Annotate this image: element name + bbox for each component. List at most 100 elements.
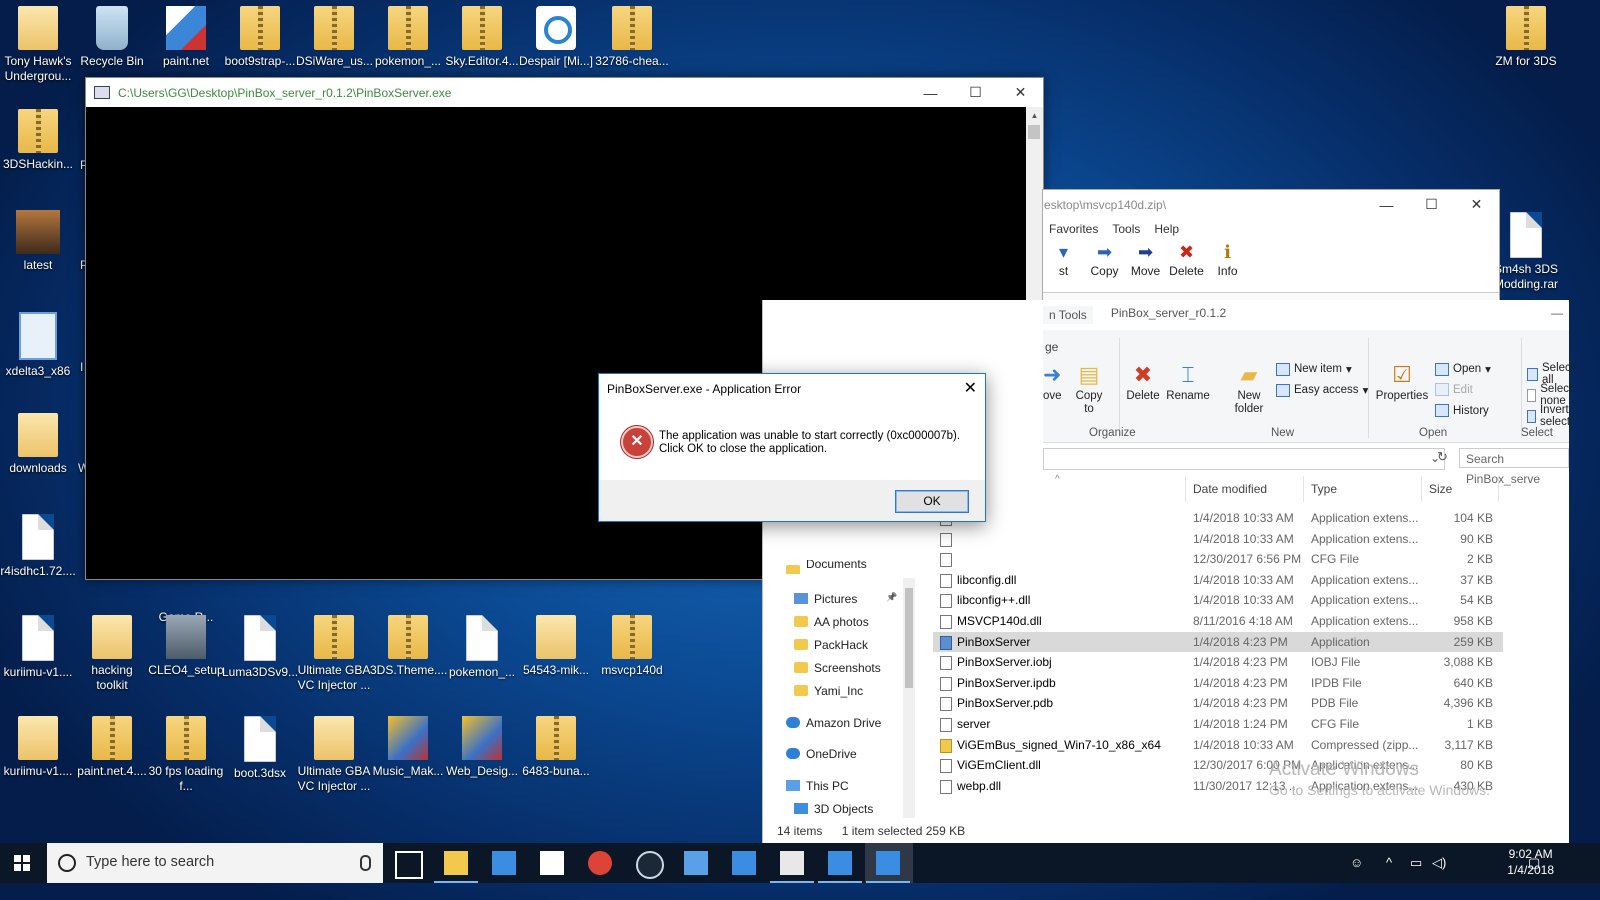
window-icon[interactable] [866,851,910,883]
desktop-icon[interactable]: CLEO4_setup [148,609,224,678]
delete-button[interactable]: ✖ Delete [1123,360,1163,403]
nav-item[interactable]: AA photos [763,611,913,633]
nav-item[interactable]: This PC [763,775,913,797]
copy-to-button[interactable]: ▤ Copy to [1071,360,1107,416]
nav-item[interactable]: 3D Objects [763,798,913,820]
nav-scrollbar[interactable] [903,578,915,818]
toolbar-copy-button[interactable]: ➡ Copy [1084,242,1125,278]
desktop-icon[interactable]: kuriimu-v1.... [0,710,76,779]
chrome-icon[interactable] [588,851,612,875]
table-row[interactable]: PinBoxServer.iobj 1/4/2018 4:23 PM IOBJ Fi… [933,652,1503,672]
desktop-icon[interactable]: msvcp140d [594,609,670,678]
maximize-button[interactable]: ☐ [953,78,998,107]
ok-button[interactable]: OK [895,490,969,513]
menu-help[interactable]: Help [1154,222,1179,236]
toolbar-list-button[interactable]: ▾ st [1043,242,1084,278]
edit-button[interactable]: Edit [1435,383,1473,396]
desktop-icon[interactable]: 32786-chea... [594,0,670,69]
toolbar-move-button[interactable]: ➡ Move [1125,242,1166,278]
application-error-dialog[interactable]: PinBoxServer.exe - Application Error ✕ ✕… [598,373,986,522]
table-row[interactable]: ViGEmBus_signed_Win7-10_x86_x64 1/4/2018 … [933,735,1503,755]
table-row[interactable]: 12/30/2017 6:56 PM CFG File 2 KB [933,549,1503,569]
microphone-icon[interactable] [360,855,371,871]
desktop-icon[interactable]: pokemon_... [370,0,446,69]
table-row[interactable]: PinBoxServer.ipdb 1/4/2018 4:23 PM IPDB Fi… [933,673,1503,693]
desktop-icon[interactable]: Luma3DSv9... [222,609,298,680]
invert-selection-button[interactable]: Invert selecti [1527,404,1578,428]
desktop-icon[interactable]: Tony Hawk's Undergrou... [0,0,76,84]
task-view-icon[interactable] [395,851,423,879]
nav-item[interactable]: Documents [763,560,913,574]
column-size[interactable]: Size [1429,482,1452,496]
history-button[interactable]: History [1435,404,1489,417]
table-row[interactable]: libconfig++.dll 1/4/2018 10:33 AM Applicat… [933,590,1503,610]
close-button[interactable]: ✕ [998,78,1043,107]
column-date-modified[interactable]: Date modified [1193,482,1267,496]
properties-button[interactable]: ☑ Properties [1373,360,1431,403]
desktop-icon[interactable]: 6483-buna... [518,710,594,779]
easy-access-button[interactable]: Easy access ▾ [1276,383,1368,397]
app-icon[interactable] [732,851,756,875]
volume-icon[interactable]: ◁) [1432,855,1446,871]
tab-application-tools[interactable]: n Tools [1043,306,1093,324]
search-placeholder[interactable]: Type here to search [86,854,214,870]
move-to-button[interactable]: ➜ ove [1043,360,1062,403]
desktop-icon[interactable]: paint.net [148,0,224,69]
desktop-icon[interactable]: ZM for 3DS [1488,0,1564,69]
desktop-icon[interactable]: kuriimu-v1.... [0,609,76,680]
open-button[interactable]: Open ▾ [1435,362,1491,376]
mail-icon[interactable] [540,851,564,875]
desktop-icon[interactable]: Music_Mak... [370,710,446,779]
ribbon-minimize-icon[interactable]: — [1551,306,1563,320]
nav-item[interactable]: Yami_Inc [763,680,913,702]
search-input[interactable]: Search PinBox_serve [1459,448,1569,486]
desktop-icon[interactable]: Ultimate GBA VC Injector ... [296,609,372,693]
nav-item[interactable]: OneDrive [763,743,913,765]
desktop-icon[interactable]: Despair [Mi...] [518,0,594,69]
desktop-icon[interactable]: Recycle Bin [74,0,150,69]
notification-icon[interactable]: ▢ [1528,855,1540,871]
console-titlebar[interactable]: C:\Users\GG\Desktop\PinBox_server_r0.1.2… [86,78,1043,107]
nav-item[interactable]: Amazon Drive [763,712,913,734]
nav-item[interactable]: PackHack [763,634,913,656]
desktop-icon[interactable]: boot.3dsx [222,710,298,781]
desktop-icon[interactable]: 3DSHackin... [0,103,76,172]
refresh-icon[interactable]: ↻ [1437,449,1448,465]
table-row[interactable]: server 1/4/2018 1:24 PM CFG File 1 KB [933,714,1503,734]
new-item-button[interactable]: New item ▾ [1276,362,1352,376]
maximize-button[interactable]: ☐ [1409,190,1454,219]
desktop-icon[interactable]: Ultimate GBA VC Injector ... [296,710,372,794]
app-icon[interactable] [684,851,708,875]
file-explorer-icon[interactable] [434,851,478,883]
desktop-icon[interactable]: r4isdhc1.72.... [0,508,76,579]
people-icon[interactable]: ☺ [1350,855,1363,870]
close-button[interactable]: ✕ [1454,190,1499,219]
7zip-window[interactable]: esktop\msvcp140d.zip\ — ☐ ✕ Favorites To… [1042,189,1500,303]
table-row[interactable]: MSVCP140d.dll 8/11/2016 4:18 AM Applicatio… [933,611,1503,631]
desktop-icon[interactable]: DSiWare_us... [296,0,373,69]
table-row[interactable]: PinBoxServer.pdb 1/4/2018 4:23 PM PDB File… [933,693,1503,713]
desktop-icon[interactable]: paint.net.4.... [74,710,150,779]
toolbar-delete-button[interactable]: ✖ Delete [1166,242,1207,278]
desktop-icon[interactable]: 3DS.Theme.... [370,609,447,678]
desktop-icon[interactable]: latest [0,204,76,273]
minimize-button[interactable]: — [908,78,953,107]
chevron-up-icon[interactable]: ^ [1386,855,1392,870]
desktop-icon[interactable]: pokemon_... [444,609,520,680]
desktop-icon[interactable]: hacking toolkit [74,609,150,693]
desktop-icon[interactable]: downloads [0,407,76,476]
address-bar[interactable]: ⌄ [1043,448,1445,470]
table-row[interactable]: 1/4/2018 10:33 AM Application extens... 10… [933,508,1503,528]
toolbar-info-button[interactable]: ℹ Info [1207,242,1248,278]
desktop-icon[interactable]: 30 fps loading f... [148,710,224,794]
nav-item[interactable]: Screenshots [763,657,913,679]
desktop-icon[interactable]: boot9strap-... [222,0,298,69]
store-icon[interactable] [492,851,516,875]
dialog-close-button[interactable]: ✕ [964,378,977,398]
steam-icon[interactable] [636,851,664,879]
table-row[interactable]: 1/4/2018 10:33 AM Application extens... 90… [933,529,1503,549]
new-folder-button[interactable]: ▰ New folder [1227,360,1271,416]
rename-button[interactable]: ⌶ Rename [1163,360,1213,403]
menu-favorites[interactable]: Favorites [1049,222,1098,236]
desktop-icon[interactable]: 54543-mik... [518,609,594,678]
